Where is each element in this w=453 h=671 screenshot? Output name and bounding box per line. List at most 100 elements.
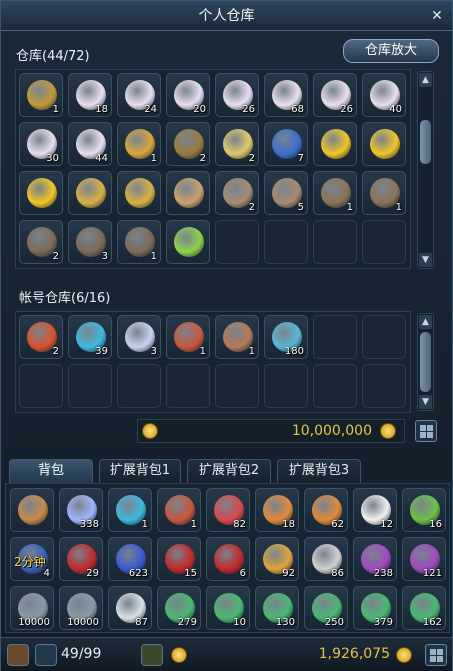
item-slot[interactable] xyxy=(264,364,308,408)
item-slot[interactable] xyxy=(313,364,357,408)
item-slot[interactable]: 44 xyxy=(68,122,112,166)
item-slot[interactable]: 1 xyxy=(117,122,161,166)
item-slot[interactable]: 5 xyxy=(264,171,308,215)
item-slot[interactable]: 7 xyxy=(264,122,308,166)
item-slot[interactable] xyxy=(264,220,308,264)
item-slot[interactable]: 623 xyxy=(108,537,152,581)
item-slot[interactable]: 130 xyxy=(255,586,299,630)
item-slot[interactable] xyxy=(166,220,210,264)
scroll-down-icon[interactable]: ▼ xyxy=(419,253,432,267)
item-slot[interactable]: 12 xyxy=(353,488,397,532)
item-slot[interactable] xyxy=(117,171,161,215)
item-slot[interactable]: 379 xyxy=(353,586,397,630)
item-slot[interactable]: 26 xyxy=(313,73,357,117)
item-slot[interactable]: 1 xyxy=(157,488,201,532)
item-slot[interactable]: 3 xyxy=(68,220,112,264)
item-slot[interactable]: 2 xyxy=(166,122,210,166)
scroll-thumb[interactable] xyxy=(420,332,431,392)
item-slot[interactable]: 26 xyxy=(215,73,259,117)
item-slot[interactable]: 92 xyxy=(255,537,299,581)
item-slot[interactable]: 2 xyxy=(215,122,259,166)
item-slot[interactable]: 1 xyxy=(215,315,259,359)
item-slot[interactable] xyxy=(313,315,357,359)
item-icon xyxy=(76,178,106,208)
item-slot[interactable]: 24 xyxy=(117,73,161,117)
item-slot[interactable]: 39 xyxy=(68,315,112,359)
scroll-up-icon[interactable]: ▲ xyxy=(419,73,432,87)
item-slot[interactable]: 82 xyxy=(206,488,250,532)
item-slot[interactable]: 15 xyxy=(157,537,201,581)
item-slot[interactable]: 2 xyxy=(215,171,259,215)
item-slot[interactable] xyxy=(19,364,63,408)
item-slot[interactable] xyxy=(166,364,210,408)
bag-tabs: 背包 扩展背包1 扩展背包2 扩展背包3 xyxy=(5,459,450,483)
item-slot[interactable]: 10000 xyxy=(59,586,103,630)
item-slot[interactable] xyxy=(10,488,54,532)
account-money-bar: 10,000,000 xyxy=(137,419,405,443)
item-slot[interactable]: 68 xyxy=(264,73,308,117)
bag-capacity: 49/99 xyxy=(61,646,102,662)
pet-icon[interactable] xyxy=(141,644,163,666)
item-slot[interactable]: 62 xyxy=(304,488,348,532)
close-icon[interactable]: ✕ xyxy=(430,1,444,31)
scroll-up-icon[interactable]: ▲ xyxy=(419,315,432,329)
item-slot[interactable] xyxy=(215,220,259,264)
item-slot[interactable]: 16 xyxy=(402,488,446,532)
item-slot[interactable] xyxy=(215,364,259,408)
item-slot[interactable]: 2 xyxy=(19,315,63,359)
item-slot[interactable]: 10 xyxy=(206,586,250,630)
item-slot[interactable]: 338 xyxy=(59,488,103,532)
item-slot[interactable]: 18 xyxy=(255,488,299,532)
item-slot[interactable]: 18 xyxy=(68,73,112,117)
item-slot[interactable]: 180 xyxy=(264,315,308,359)
item-slot[interactable]: 1 xyxy=(117,220,161,264)
expand-storage-button[interactable]: 仓库放大 xyxy=(343,39,439,63)
scroll-thumb[interactable] xyxy=(420,120,431,164)
tab-bag[interactable]: 背包 xyxy=(9,459,93,483)
item-slot[interactable]: 1 xyxy=(108,488,152,532)
item-slot[interactable] xyxy=(313,122,357,166)
item-slot[interactable]: 238 xyxy=(353,537,397,581)
item-slot[interactable]: 29 xyxy=(59,537,103,581)
item-slot[interactable] xyxy=(313,220,357,264)
item-slot[interactable] xyxy=(19,171,63,215)
account-storage-grid: 2 39 3 1 1 180 xyxy=(15,311,411,413)
bag-icon[interactable] xyxy=(7,644,29,666)
item-count: 2 xyxy=(248,153,255,164)
scroll-down-icon[interactable]: ▼ xyxy=(419,395,432,409)
item-slot[interactable]: 87 xyxy=(108,586,152,630)
item-slot[interactable]: 1 xyxy=(166,315,210,359)
item-slot[interactable] xyxy=(68,171,112,215)
item-slot[interactable] xyxy=(117,364,161,408)
item-slot[interactable]: 2 xyxy=(19,220,63,264)
item-slot[interactable]: 20 xyxy=(166,73,210,117)
item-slot[interactable] xyxy=(68,364,112,408)
item-slot[interactable]: 6 xyxy=(206,537,250,581)
tab-extra-bag-1[interactable]: 扩展背包1 xyxy=(99,459,181,483)
item-slot[interactable]: 3 xyxy=(117,315,161,359)
item-slot[interactable]: 279 xyxy=(157,586,201,630)
item-slot[interactable] xyxy=(362,364,406,408)
account-scrollbar[interactable]: ▲ ▼ xyxy=(417,313,434,411)
personal-scrollbar[interactable]: ▲ ▼ xyxy=(417,71,434,269)
sort-grid-icon[interactable] xyxy=(415,420,437,442)
sort-grid-icon[interactable] xyxy=(425,644,447,666)
item-slot[interactable]: 1 xyxy=(19,73,63,117)
item-slot[interactable]: 30 xyxy=(19,122,63,166)
tab-extra-bag-2[interactable]: 扩展背包2 xyxy=(187,459,271,483)
item-slot[interactable] xyxy=(362,122,406,166)
item-slot[interactable] xyxy=(166,171,210,215)
item-slot[interactable]: 4 2分钟 xyxy=(10,537,54,581)
item-slot[interactable]: 10000 xyxy=(10,586,54,630)
item-slot[interactable]: 250 xyxy=(304,586,348,630)
item-slot[interactable] xyxy=(362,315,406,359)
tab-extra-bag-3[interactable]: 扩展背包3 xyxy=(277,459,361,483)
personal-storage-window: 个人仓库 ✕ 仓库(44/72) 仓库放大 1 18 24 20 26 68 26 40 30 4… xyxy=(0,0,453,671)
item-slot[interactable] xyxy=(362,220,406,264)
item-slot[interactable]: 121 xyxy=(402,537,446,581)
item-slot[interactable]: 1 xyxy=(362,171,406,215)
item-slot[interactable]: 86 xyxy=(304,537,348,581)
item-slot[interactable]: 162 xyxy=(402,586,446,630)
item-slot[interactable]: 40 xyxy=(362,73,406,117)
item-slot[interactable]: 1 xyxy=(313,171,357,215)
